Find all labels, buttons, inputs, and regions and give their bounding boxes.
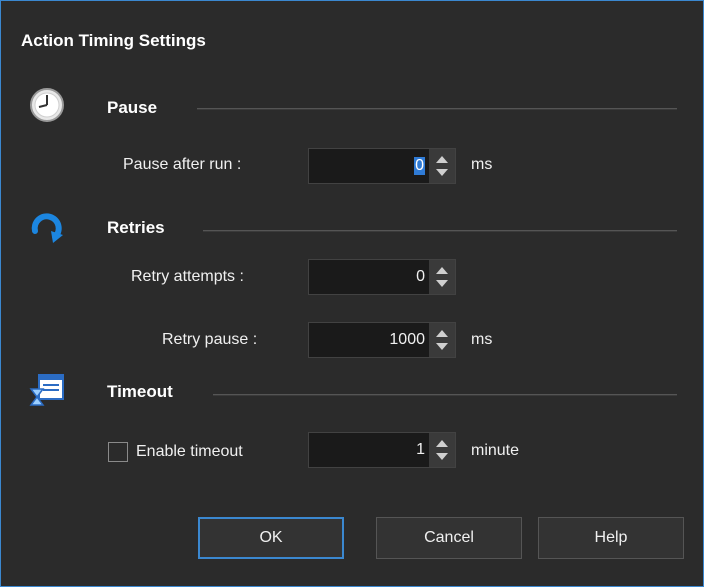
ok-button[interactable]: OK [198,517,344,559]
enable-timeout-checkbox[interactable] [108,442,128,462]
pause-spin-arrows[interactable] [429,149,455,183]
retry-pause-label: Retry pause : [162,331,258,348]
pause-after-run-label: Pause after run : [123,156,242,173]
retries-section-title: Retries [107,218,165,237]
spin-down-icon[interactable] [436,453,448,460]
hourglass-window-icon [29,374,64,406]
spin-up-icon[interactable] [436,440,448,447]
spin-up-icon[interactable] [436,267,448,274]
timeout-spinbox[interactable]: 1 [308,432,456,468]
pause-after-run-value[interactable]: 0 [414,157,425,175]
pause-unit: ms [471,156,493,173]
retries-divider [203,230,677,232]
retry-attempts-spin-arrows[interactable] [429,260,455,294]
timeout-spin-arrows[interactable] [429,433,455,467]
dialog-window: Action Timing Settings Pause Pause after… [0,0,704,587]
enable-timeout-label[interactable]: Enable timeout [136,443,243,461]
timeout-section-title: Timeout [107,382,173,401]
pause-divider [197,108,677,110]
retry-pause-unit: ms [471,331,493,348]
spin-down-icon[interactable] [436,169,448,176]
cancel-button[interactable]: Cancel [376,517,522,559]
spin-up-icon[interactable] [436,330,448,337]
retry-attempts-value[interactable]: 0 [416,268,425,286]
retry-pause-spin-arrows[interactable] [429,323,455,357]
timeout-value[interactable]: 1 [416,441,425,459]
retry-pause-value[interactable]: 1000 [389,331,425,349]
pause-after-run-spinbox[interactable]: 0 [308,148,456,184]
timeout-unit: minute [471,442,520,459]
timeout-divider [213,394,677,396]
spin-down-icon[interactable] [436,280,448,287]
help-button[interactable]: Help [538,517,684,559]
retry-pause-spinbox[interactable]: 1000 [308,322,456,358]
clock-icon [30,88,64,122]
retry-arrow-icon [31,213,63,243]
spin-up-icon[interactable] [436,156,448,163]
pause-section-title: Pause [107,98,158,117]
retry-attempts-spinbox[interactable]: 0 [308,259,456,295]
spin-down-icon[interactable] [436,343,448,350]
dialog-title: Action Timing Settings [21,31,206,50]
retry-attempts-label: Retry attempts : [131,268,244,285]
